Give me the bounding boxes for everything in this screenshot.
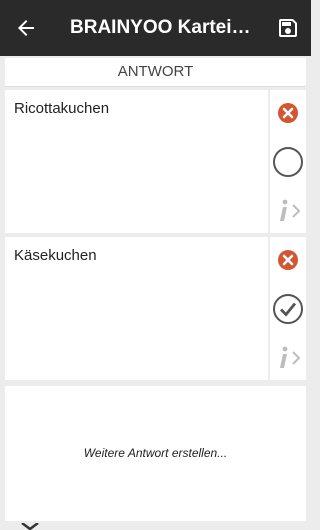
new-answer-button[interactable]: Weitere Antwort erstellen... [5, 386, 306, 521]
page-title: BRAINYOO Karteikarten [70, 17, 260, 38]
answer-actions [270, 90, 306, 233]
checkmark-circle-icon[interactable] [272, 293, 304, 325]
floppy-disk-icon[interactable] [276, 16, 300, 40]
mark-correct-toggle[interactable] [270, 291, 306, 327]
answer-actions [270, 237, 306, 380]
answer-text[interactable]: Käsekuchen [14, 247, 97, 264]
delete-x-icon[interactable] [277, 102, 299, 124]
mark-correct-toggle[interactable] [270, 144, 306, 180]
answer-text[interactable]: Ricottakuchen [14, 100, 109, 117]
empty-circle-icon[interactable] [272, 146, 304, 178]
new-answer-label: Weitere Antwort erstellen... [83, 446, 228, 460]
answer-card[interactable]: Käsekuchen [5, 237, 268, 380]
section-header: ANTWORT [5, 58, 306, 87]
arrow-left-icon[interactable] [14, 16, 38, 40]
expand-handle-icon[interactable] [20, 523, 40, 530]
info-button[interactable] [270, 194, 306, 226]
answer-card[interactable]: Ricottakuchen [5, 90, 268, 233]
info-chevron-icon[interactable] [273, 196, 303, 224]
info-chevron-icon[interactable] [273, 343, 303, 371]
delete-answer-button[interactable] [270, 245, 306, 275]
info-button[interactable] [270, 341, 306, 373]
delete-answer-button[interactable] [270, 98, 306, 128]
app-bar: BRAINYOO Karteikarten [0, 0, 311, 56]
delete-x-icon[interactable] [277, 249, 299, 271]
